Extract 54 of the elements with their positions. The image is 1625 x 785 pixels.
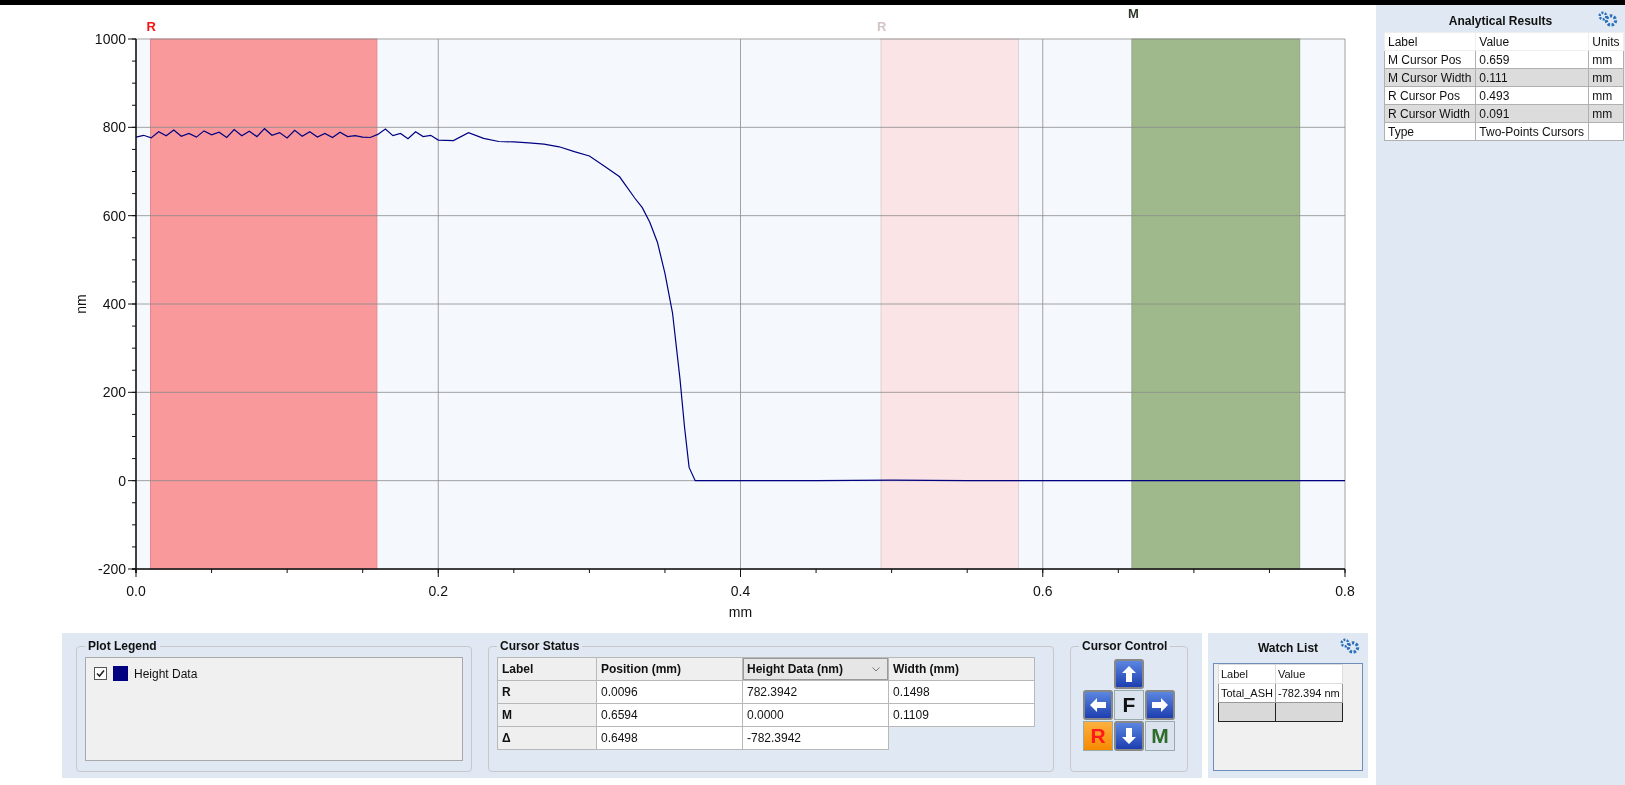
table-cell[interactable]: -782.3942	[742, 726, 889, 750]
column-header[interactable]: Height Data (nm)	[742, 657, 889, 681]
column-header[interactable]: Position (mm)	[596, 657, 743, 681]
table-cell[interactable]: 0.6498	[596, 726, 743, 750]
settings-icon[interactable]	[1597, 11, 1619, 27]
y-tick-label: 800	[102, 119, 126, 136]
row-label: M	[497, 703, 597, 727]
column-header: Value	[1275, 664, 1343, 684]
cursor-button[interactable]: M	[1145, 721, 1175, 751]
y-tick-label: 400	[102, 296, 126, 312]
arrow-button[interactable]	[1145, 690, 1175, 720]
x-axis-title: mm	[728, 604, 753, 620]
row-label: R	[497, 680, 597, 704]
column-header: Label	[1218, 664, 1276, 684]
table-cell[interactable]: 0.1109	[888, 703, 1035, 727]
arrow-button[interactable]	[1083, 690, 1113, 720]
table-cell[interactable]: 0.0096	[596, 680, 743, 704]
panel-title: Watch List	[1257, 641, 1319, 655]
table-cell[interactable]: 0.0000	[742, 703, 889, 727]
x-tick-label: 0.6	[1033, 583, 1053, 599]
x-tick-label: 0.4	[730, 583, 751, 599]
y-tick-label: 200	[102, 384, 126, 401]
y-tick-label: 1000	[94, 31, 126, 47]
cursor-button[interactable]: F	[1114, 690, 1144, 720]
caret-icon	[872, 667, 880, 672]
cursor-label: R	[146, 19, 156, 34]
column-header: Units	[1588, 32, 1624, 51]
settings-icon[interactable]	[1339, 638, 1361, 654]
y-tick-label: 600	[102, 207, 126, 224]
checkbox[interactable]	[94, 667, 107, 680]
row-label: Δ	[497, 726, 597, 750]
group-title: Cursor Control	[1081, 639, 1169, 653]
y-axis-title: nm	[73, 294, 89, 314]
column-header: Value	[1475, 32, 1589, 51]
cursor-label: M	[1127, 6, 1139, 21]
column-header[interactable]: Label	[497, 657, 597, 681]
legend-label: Height Data	[134, 666, 198, 681]
x-tick-label: 0.0	[126, 583, 146, 599]
table-cell[interactable]: 0.1498	[888, 680, 1035, 704]
cursor-label: R	[877, 19, 887, 34]
arrow-button[interactable]	[1114, 659, 1144, 689]
color-swatch	[113, 666, 128, 681]
group-title: Plot Legend	[87, 639, 158, 653]
column-header[interactable]: Width (mm)	[888, 657, 1035, 681]
panel-title: Analytical Results	[1448, 14, 1553, 28]
y-tick-label: 0	[118, 472, 126, 489]
table-cell[interactable]: 782.3942	[742, 680, 889, 704]
x-tick-label: 0.8	[1335, 583, 1355, 599]
y-tick-label: -200	[97, 561, 126, 577]
column-header: Label	[1384, 32, 1476, 51]
arrow-button[interactable]	[1114, 721, 1144, 751]
group-title: Cursor Status	[499, 639, 581, 653]
table-cell[interactable]: 0.6594	[596, 703, 743, 727]
x-tick-label: 0.2	[428, 583, 448, 599]
